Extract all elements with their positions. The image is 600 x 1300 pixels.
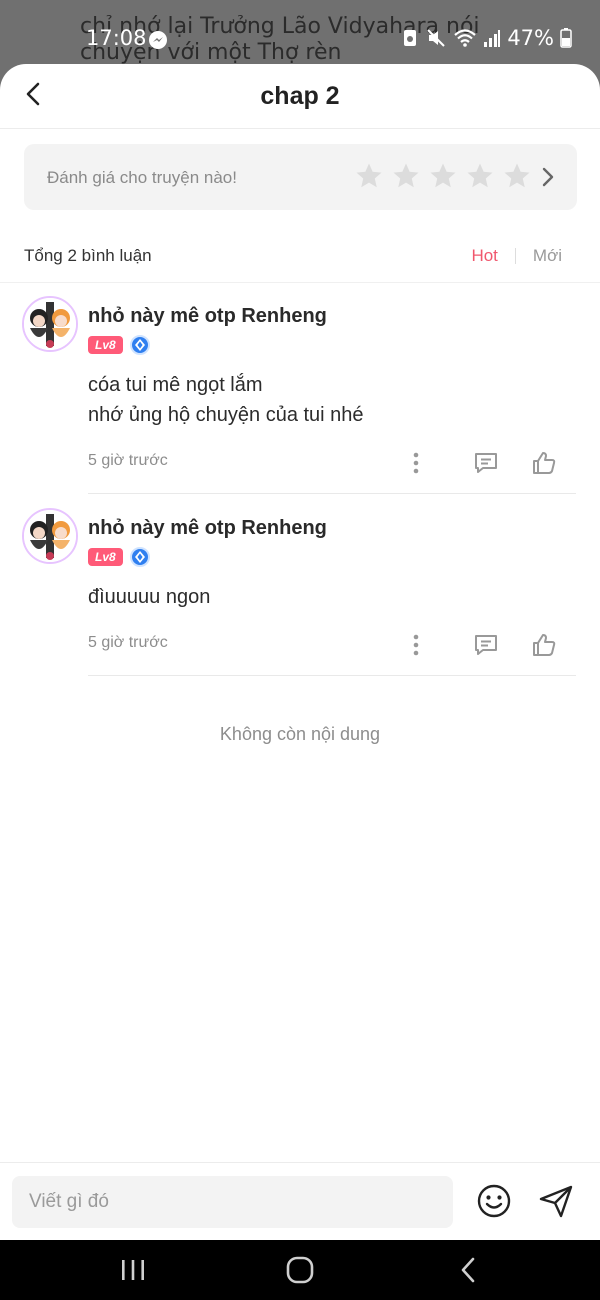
- username[interactable]: nhỏ này mê otp Renheng: [88, 305, 327, 328]
- page-title: chap 2: [260, 82, 340, 110]
- battery-text: 47%: [507, 26, 554, 50]
- comment-time: 5 giờ trước: [88, 452, 168, 469]
- user-badges: Lv8: [88, 335, 150, 355]
- tab-divider: [514, 248, 516, 264]
- sheet-header: chap 2: [0, 64, 600, 129]
- comment-text-line: đìuuuuu ngon: [88, 586, 211, 608]
- home-icon[interactable]: [270, 1248, 330, 1292]
- comments-sheet: chap 2 Đánh giá cho truyện nào! Tổng 2 b…: [0, 64, 600, 1240]
- mute-icon: [425, 27, 447, 49]
- tab-hot[interactable]: Hot: [471, 246, 497, 266]
- tab-new[interactable]: Mới: [533, 246, 562, 266]
- star-icon[interactable]: [502, 161, 532, 191]
- comment-divider: [88, 493, 576, 494]
- end-of-list-message: Không còn nội dung: [219, 724, 381, 744]
- user-badges: Lv8: [88, 547, 150, 567]
- comment-text-line: nhớ ủng hộ chuyện của tui nhé: [88, 404, 364, 426]
- rating-prompt-label: Đánh giá cho truyện nào!: [47, 168, 237, 187]
- sort-tabs: Hot Mới: [471, 246, 562, 266]
- reply-icon[interactable]: [469, 446, 503, 480]
- reply-icon[interactable]: [469, 628, 503, 662]
- comment-item: nhỏ này mê otp Renheng Lv8 cóa tui mê ng…: [0, 296, 600, 496]
- system-nav-bar: [0, 1240, 600, 1300]
- comment-time: 5 giờ trước: [88, 634, 168, 651]
- comment-text-line: cóa tui mê ngọt lắm: [88, 374, 263, 396]
- recent-apps-icon[interactable]: [103, 1248, 163, 1292]
- status-bar: 17:08 47%: [0, 22, 600, 58]
- recycle-icon: [401, 28, 419, 48]
- star-icon[interactable]: [391, 161, 421, 191]
- comment-input[interactable]: [12, 1176, 453, 1228]
- messenger-icon: [148, 30, 168, 56]
- comment-composer: [0, 1162, 600, 1240]
- rating-stars: [354, 161, 532, 191]
- comments-header: Tổng 2 bình luận Hot Mới: [0, 229, 600, 283]
- send-icon[interactable]: [538, 1183, 574, 1224]
- avatar[interactable]: [22, 508, 78, 564]
- level-badge: Lv8: [88, 336, 123, 354]
- signal-icon: [483, 28, 501, 48]
- username[interactable]: nhỏ này mê otp Renheng: [88, 517, 327, 540]
- status-icons: 47%: [401, 26, 572, 50]
- comment-item: nhỏ này mê otp Renheng Lv8 đìuuuuu ngon …: [0, 508, 600, 678]
- rating-prompt-box[interactable]: Đánh giá cho truyện nào!: [24, 144, 577, 210]
- like-icon[interactable]: [527, 628, 561, 662]
- chevron-right-icon: [541, 166, 555, 193]
- more-options-icon[interactable]: [399, 628, 433, 662]
- star-icon[interactable]: [354, 161, 384, 191]
- system-back-icon[interactable]: [438, 1248, 498, 1292]
- more-options-icon[interactable]: [399, 446, 433, 480]
- avatar[interactable]: [22, 296, 78, 352]
- star-icon[interactable]: [465, 161, 495, 191]
- comment-count: Tổng 2 bình luận: [24, 246, 152, 265]
- status-time: 17:08: [86, 26, 147, 50]
- comment-divider: [88, 675, 576, 676]
- like-icon[interactable]: [527, 446, 561, 480]
- battery-icon: [560, 28, 572, 48]
- star-icon[interactable]: [428, 161, 458, 191]
- emoji-icon[interactable]: [476, 1183, 512, 1224]
- diamond-badge-icon: [129, 335, 150, 355]
- wifi-icon: [453, 28, 477, 48]
- level-badge: Lv8: [88, 548, 123, 566]
- diamond-badge-icon: [129, 547, 150, 567]
